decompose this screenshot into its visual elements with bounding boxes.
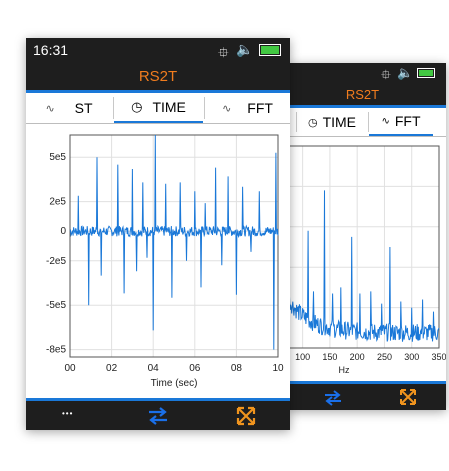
back-tab-bar: ◷ TIME ∿ FFT [287, 108, 446, 137]
time-x-tick-label: 08 [231, 363, 243, 374]
time-y-tick-label: 0 [60, 226, 66, 237]
front-device: 16:31 ⯐ 🔈 RS2T ∿ ST ◷ TIME ∿ FFT 5e5 2e5 0… [26, 38, 290, 430]
front-tab-bar: ∿ ST ◷ TIME ∿ FFT [26, 93, 290, 124]
fft-x-axis-label: Hz [339, 365, 350, 375]
time-x-tick-label: 00 [64, 363, 76, 374]
time-y-ticks: 5e5 2e5 0 -2e5 -5e5 -8e5 [46, 152, 66, 355]
expand-button[interactable] [236, 406, 256, 426]
fft-x-tick-label: 200 [350, 352, 365, 362]
front-tab-fft-label: FFT [247, 100, 273, 116]
mute-icon: 🔈 [236, 41, 254, 57]
expand-button[interactable] [399, 388, 417, 406]
time-chart: 5e5 2e5 0 -2e5 -5e5 -8e5 00 02 04 06 08 10 Time (s… [46, 134, 284, 389]
time-x-axis-label: Time (sec) [151, 378, 198, 389]
time-y-tick-label: -2e5 [46, 256, 66, 267]
battery-icon [259, 44, 281, 56]
fft-x-tick-label: 300 [404, 352, 419, 362]
front-tab-fft[interactable]: ∿ FFT [205, 93, 290, 123]
time-x-tick-label: 06 [189, 363, 201, 374]
swap-button[interactable] [147, 407, 169, 425]
back-tab-fft-label: FFT [394, 113, 421, 129]
more-button[interactable]: ••• [62, 409, 73, 418]
mute-icon: 🔈 [397, 65, 414, 80]
front-tab-time[interactable]: ◷ TIME [114, 93, 203, 123]
fft-x-tick-label: 100 [295, 352, 310, 362]
back-tab-fft[interactable]: ∿ FFT [369, 108, 433, 136]
fft-grid [289, 146, 440, 348]
front-tab-st[interactable]: ∿ ST [26, 93, 112, 123]
time-y-tick-label: -8e5 [46, 345, 66, 356]
front-tab-time-label: TIME [152, 99, 186, 115]
front-tab-st-label: ST [74, 100, 93, 116]
fft-x-tick-label: 150 [322, 352, 337, 362]
front-bottom-bar: ••• [26, 398, 290, 430]
time-x-tick-label: 02 [106, 363, 118, 374]
fft-x-tick-label: 350 [431, 352, 446, 362]
fft-chart: 100 150 200 250 300 350 Hz [288, 145, 446, 375]
time-x-tick-label: 10 [272, 363, 284, 374]
time-x-tick-label: 04 [148, 363, 160, 374]
time-y-tick-label: 2e5 [49, 197, 66, 208]
front-status-bar: 16:31 ⯐ 🔈 [26, 38, 290, 63]
fft-x-tick-label: 250 [377, 352, 392, 362]
back-tab-time-label: TIME [322, 114, 357, 130]
time-y-tick-label: 5e5 [49, 152, 66, 163]
time-series-line [69, 134, 279, 350]
back-tab-time[interactable]: ◷ TIME [297, 108, 367, 136]
fft-plot-frame [288, 145, 440, 349]
waveform-icon: ∿ [222, 102, 232, 115]
clock-icon: ◷ [307, 116, 318, 129]
battery-icon [417, 68, 435, 78]
fft-x-ticks: 100 150 200 250 300 350 [295, 352, 446, 362]
time-y-tick-label: -5e5 [46, 300, 66, 311]
clock-icon: ◷ [131, 99, 143, 114]
front-app-title: RS2T [26, 63, 290, 90]
back-bottom-bar [287, 381, 446, 410]
time-x-ticks: 00 02 04 06 08 10 [64, 363, 284, 374]
back-status-bar: ⯐ 🔈 [287, 63, 446, 85]
swap-button[interactable] [323, 390, 343, 406]
back-device: ⯐ 🔈 RS2T ◷ TIME ∿ FFT 100 150 200 250 300 350… [287, 63, 446, 410]
clock-time: 16:31 [33, 42, 69, 58]
fft-series-line [288, 190, 440, 342]
waveform-icon: ∿ [381, 115, 390, 127]
back-app-title: RS2T [287, 85, 446, 105]
waveform-icon: ∿ [45, 102, 55, 115]
